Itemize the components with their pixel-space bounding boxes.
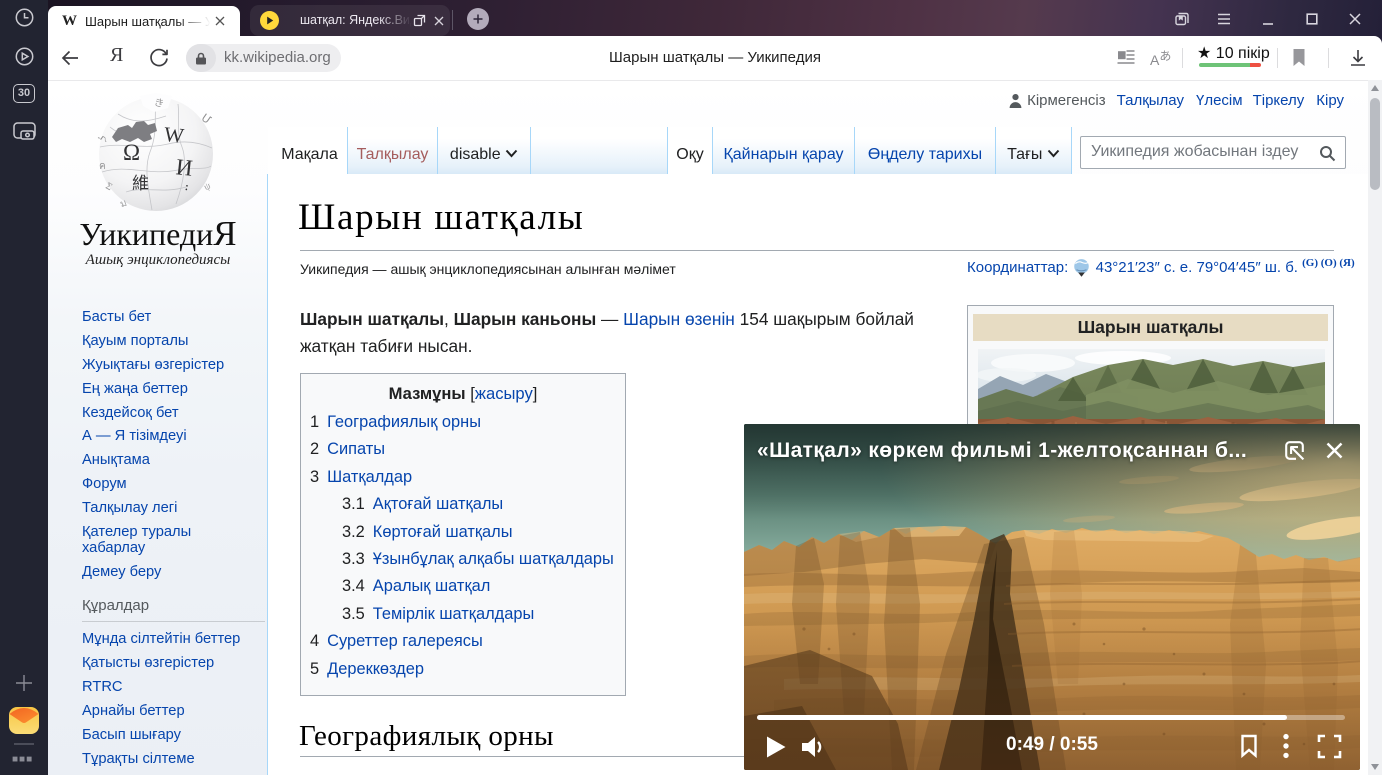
- svg-text:W: W: [163, 122, 185, 148]
- svg-text:ค: ค: [99, 161, 106, 172]
- svg-text:Ω: Ω: [123, 140, 140, 165]
- svg-text:維: 維: [132, 174, 149, 193]
- svg-text:ψ: ψ: [202, 180, 213, 193]
- svg-text:И: И: [175, 154, 194, 181]
